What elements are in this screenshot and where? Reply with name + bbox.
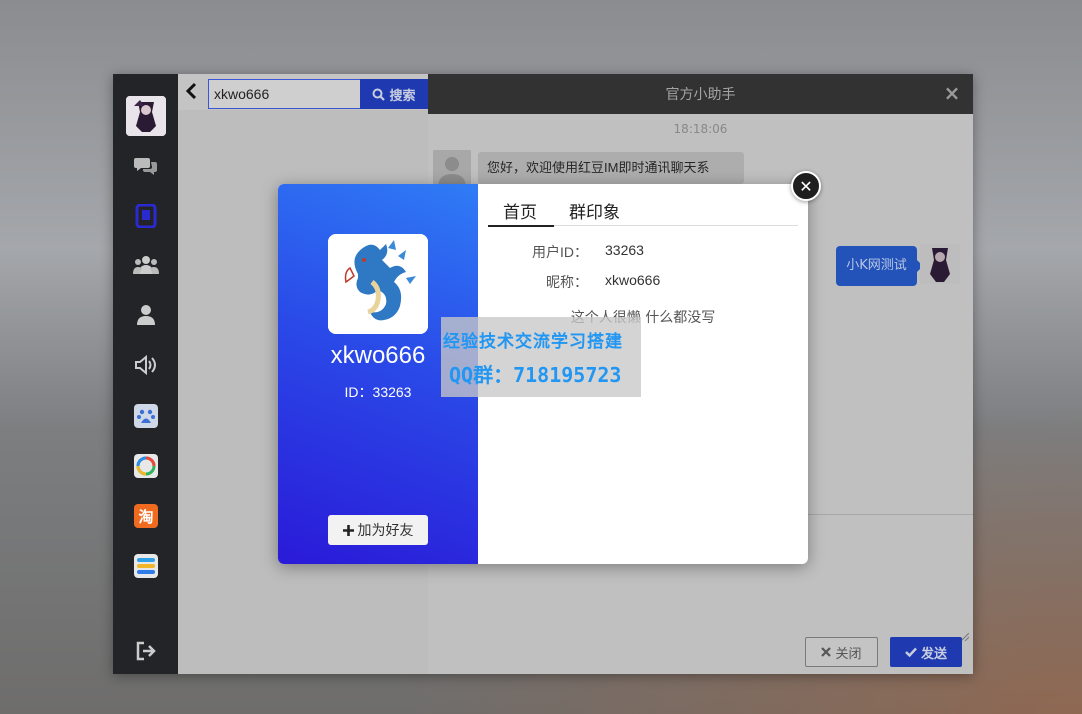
userid-value: 33263	[605, 242, 644, 258]
close-chat-label: 关闭	[835, 646, 862, 662]
sidebar: 淘	[113, 74, 178, 674]
profile-avatar	[328, 234, 428, 334]
self-message-avatar	[920, 244, 960, 284]
tab-group-impression[interactable]: 群印象	[569, 198, 620, 226]
watermark: 经验技术交流学习搭建 QQ群：718195723	[441, 317, 641, 397]
search-bar: 搜索	[178, 74, 428, 110]
close-icon[interactable]: ×	[943, 83, 961, 103]
taobao-app-icon[interactable]: 淘	[133, 503, 159, 529]
search-input[interactable]	[208, 79, 361, 109]
qq-app-icon[interactable]	[133, 453, 159, 479]
search-button[interactable]: 搜索	[360, 79, 428, 109]
back-arrow-icon[interactable]	[184, 82, 200, 100]
search-button-label: 搜索	[389, 87, 416, 103]
group-icon[interactable]	[133, 252, 159, 278]
add-friend-button[interactable]: 加为好友	[328, 515, 428, 545]
nickname-value: xkwo666	[605, 272, 661, 288]
incoming-message: 您好，欢迎使用红豆IM即时通讯聊天系	[478, 152, 744, 184]
chat-icon[interactable]	[133, 153, 159, 179]
userid-key: 用户ID：	[532, 244, 588, 260]
user-avatar[interactable]	[126, 96, 166, 136]
check-icon	[905, 647, 917, 657]
nickname-key: 昵称：	[546, 274, 588, 290]
watermark-line2: QQ群：718195723	[449, 363, 622, 387]
logout-icon[interactable]	[133, 638, 159, 664]
info-row-nickname: 昵称： xkwo666	[488, 272, 798, 292]
outgoing-message: 小K网测试	[836, 246, 923, 286]
assistant-avatar	[433, 150, 471, 188]
plus-icon	[342, 524, 354, 536]
speaker-icon[interactable]	[133, 352, 159, 378]
send-label: 发送	[920, 646, 947, 662]
send-button[interactable]: 发送	[890, 637, 962, 667]
profile-tabs: 首页 群印象	[488, 198, 798, 227]
watermark-line1: 经验技术交流学习搭建	[443, 332, 623, 352]
tablet-icon[interactable]	[133, 203, 159, 229]
tab-home[interactable]: 首页	[488, 198, 554, 227]
message-timestamp: 18:18:06	[673, 122, 728, 136]
taobao-label: 淘	[137, 508, 153, 526]
close-chat-button[interactable]: 关闭	[805, 637, 878, 667]
chat-header: 官方小助手 ×	[428, 74, 973, 114]
resize-grip-icon[interactable]	[960, 626, 970, 642]
baidu-app-icon[interactable]	[133, 403, 159, 429]
x-icon	[821, 647, 832, 657]
modal-close-icon[interactable]: ✕	[791, 171, 821, 201]
contact-icon[interactable]	[133, 302, 159, 328]
layers-app-icon[interactable]	[133, 553, 159, 579]
search-icon	[372, 88, 386, 101]
add-friend-label: 加为好友	[357, 523, 414, 539]
chat-title: 官方小助手	[665, 87, 736, 103]
info-row-userid: 用户ID： 33263	[488, 242, 798, 262]
